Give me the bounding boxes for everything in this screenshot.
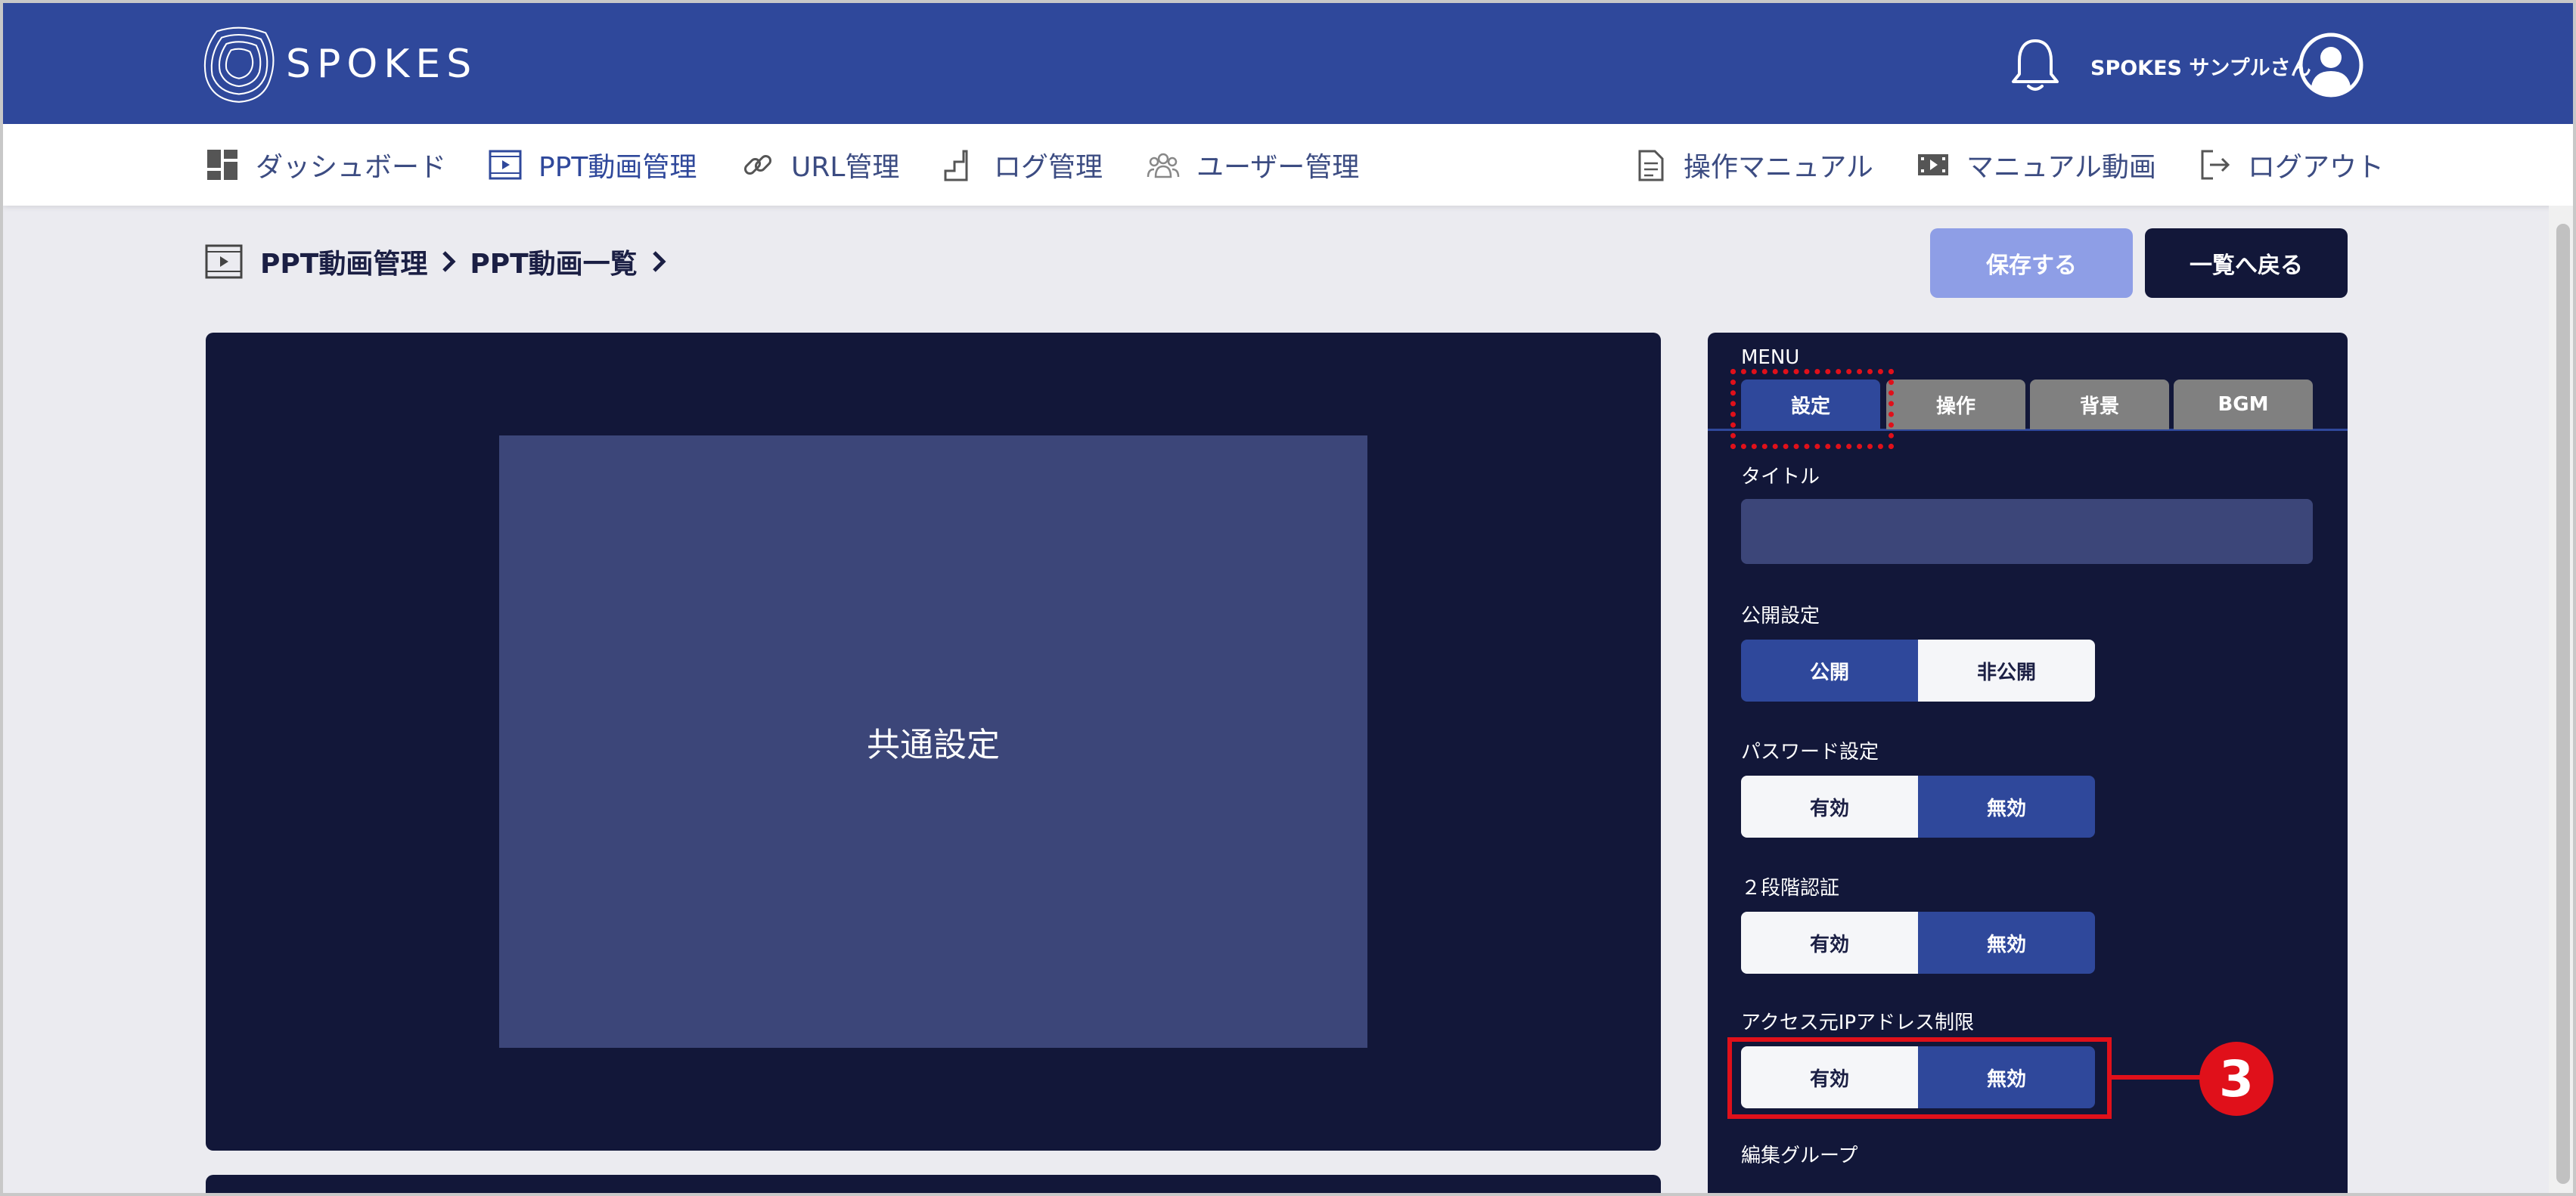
dashboard-icon <box>207 150 237 180</box>
top-header: SPOKES SPOKES サンプルさん <box>3 3 2573 124</box>
document-icon <box>1638 150 1664 181</box>
tab-operation[interactable]: 操作 <box>1886 380 2025 429</box>
spokes-logo-icon <box>203 26 275 103</box>
users-icon <box>1147 153 1180 178</box>
nav-label: マニュアル動画 <box>1966 152 2156 183</box>
password-label: パスワード設定 <box>1741 741 1879 764</box>
password-disable-button[interactable]: 無効 <box>1918 776 2095 838</box>
user-avatar-icon[interactable] <box>2298 32 2364 98</box>
nav-item-url[interactable]: URL管理 <box>740 124 899 206</box>
logout-icon <box>2201 150 2230 180</box>
title-input[interactable] <box>1741 499 2313 564</box>
stairs-icon <box>944 150 968 181</box>
main-nav: ダッシュボード PPT動画管理 URL管理 ログ管理 ユーザー管理 操作マニュア… <box>3 124 2573 206</box>
nav-item-logout[interactable]: ログアウト <box>2196 124 2384 206</box>
brand-logo[interactable]: SPOKES <box>201 23 477 106</box>
save-button[interactable]: 保存する <box>1930 228 2133 298</box>
chevron-right-icon <box>442 251 456 272</box>
nav-label: 操作マニュアル <box>1684 152 1873 183</box>
tab-background[interactable]: 背景 <box>2030 380 2169 429</box>
scrollbar-thumb[interactable] <box>2556 224 2570 1184</box>
menu-label: MENU <box>1741 346 1800 369</box>
callout-line <box>2112 1075 2201 1080</box>
notification-bell-icon[interactable] <box>2009 36 2062 94</box>
settings-tab-highlight <box>1730 369 1894 449</box>
two-factor-toggle: 有効 無効 <box>1741 912 2095 974</box>
video-icon <box>1918 154 1948 175</box>
preview-label: 共通設定 <box>867 726 1000 764</box>
user-name: SPOKES サンプルさん <box>2090 57 2311 80</box>
nav-item-manual-video[interactable]: マニュアル動画 <box>1915 124 2156 206</box>
publish-off-button[interactable]: 非公開 <box>1918 640 2095 702</box>
secondary-panel <box>206 1175 1661 1193</box>
film-icon <box>489 150 522 180</box>
publish-on-button[interactable]: 公開 <box>1741 640 1918 702</box>
nav-label: ログアウト <box>2248 152 2385 183</box>
nav-item-dashboard[interactable]: ダッシュボード <box>204 124 446 206</box>
breadcrumb-item[interactable]: PPT動画管理 <box>260 242 427 281</box>
back-to-list-button[interactable]: 一覧へ戻る <box>2145 228 2348 298</box>
brand-name: SPOKES <box>286 42 478 87</box>
password-enable-button[interactable]: 有効 <box>1741 776 1918 838</box>
two-factor-label: ２段階認証 <box>1741 877 1840 900</box>
ip-restriction-highlight <box>1727 1037 2112 1119</box>
page-scrollbar[interactable] <box>2549 206 2573 1193</box>
nav-item-manual[interactable]: 操作マニュアル <box>1632 124 1873 206</box>
edit-group-label: 編集グループ <box>1741 1145 1858 1167</box>
app-window: SPOKES SPOKES サンプルさん ダッシュボード PPT動画管理 URL… <box>0 0 2576 1196</box>
nav-item-log[interactable]: ログ管理 <box>942 124 1103 206</box>
nav-label: URL管理 <box>791 152 900 183</box>
chevron-right-icon <box>652 251 666 272</box>
step-badge: 3 <box>2199 1042 2273 1116</box>
tab-bgm[interactable]: BGM <box>2174 380 2313 429</box>
two-factor-enable-button[interactable]: 有効 <box>1741 912 1918 974</box>
nav-label: PPT動画管理 <box>538 152 697 183</box>
breadcrumb: PPT動画管理 PPT動画一覧 <box>204 240 680 283</box>
link-icon <box>743 154 772 175</box>
two-factor-disable-button[interactable]: 無効 <box>1918 912 2095 974</box>
nav-label: ダッシュボード <box>256 152 447 183</box>
ip-restriction-label: アクセス元IPアドレス制限 <box>1741 1012 1975 1034</box>
preview-area: 共通設定 <box>206 333 1661 1151</box>
nav-item-ppt-video[interactable]: PPT動画管理 <box>487 124 697 206</box>
nav-label: ユーザー管理 <box>1196 152 1360 183</box>
nav-item-users[interactable]: ユーザー管理 <box>1145 124 1359 206</box>
film-icon <box>205 244 243 279</box>
publish-label: 公開設定 <box>1741 605 1820 627</box>
preview-canvas[interactable]: 共通設定 <box>499 435 1367 1048</box>
password-toggle: 有効 無効 <box>1741 776 2095 838</box>
breadcrumb-item[interactable]: PPT動画一覧 <box>470 242 637 281</box>
nav-label: ログ管理 <box>994 152 1103 183</box>
title-label: タイトル <box>1741 466 1820 488</box>
publish-toggle: 公開 非公開 <box>1741 640 2095 702</box>
